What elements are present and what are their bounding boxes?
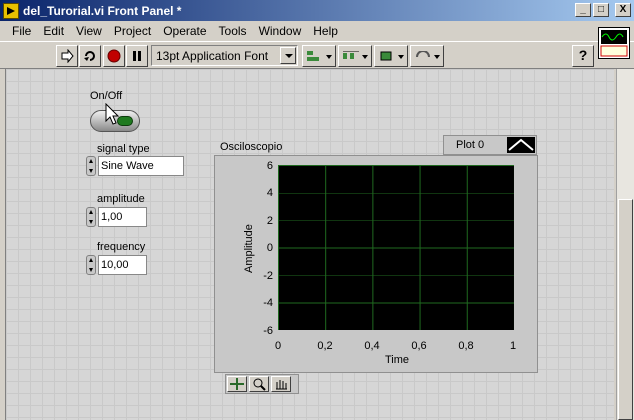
y-tick-label: 0 bbox=[266, 242, 273, 254]
plot-legend[interactable]: Plot 0 bbox=[443, 135, 537, 155]
run-arrow-icon bbox=[61, 49, 74, 63]
font-select[interactable]: 13pt Application Font bbox=[151, 45, 298, 66]
chevron-down-icon bbox=[280, 47, 296, 64]
font-select-value: 13pt Application Font bbox=[156, 49, 269, 63]
x-tick-label: 0 bbox=[274, 340, 282, 352]
resize-objects-icon bbox=[380, 51, 392, 61]
amplitude-control[interactable]: 1,00 bbox=[86, 207, 147, 227]
x-tick-label: 0,8 bbox=[458, 340, 474, 352]
menu-bar: File Edit View Project Operate Tools Win… bbox=[0, 21, 634, 41]
x-tick-label: 1 bbox=[509, 340, 517, 352]
pan-tool-button[interactable] bbox=[271, 376, 291, 392]
y-tick-label: -2 bbox=[263, 270, 273, 282]
x-axis-label: Time bbox=[385, 354, 410, 366]
reorder-button[interactable] bbox=[410, 45, 444, 67]
menu-view[interactable]: View bbox=[70, 24, 108, 38]
y-tick-label: 2 bbox=[266, 215, 273, 227]
labview-icon bbox=[3, 2, 19, 19]
amplitude-value[interactable]: 1,00 bbox=[98, 207, 147, 227]
menu-help[interactable]: Help bbox=[307, 24, 344, 38]
vertical-scrollbar[interactable] bbox=[616, 69, 634, 420]
close-button[interactable]: X bbox=[615, 3, 631, 17]
crosshair-icon bbox=[230, 378, 244, 390]
align-objects-icon bbox=[307, 51, 319, 61]
signal-type-label: signal type bbox=[97, 143, 150, 155]
menu-project[interactable]: Project bbox=[108, 24, 157, 38]
zoom-icon bbox=[253, 378, 266, 391]
amplitude-incrementer[interactable] bbox=[86, 207, 96, 227]
graph-title: Osciloscopio bbox=[220, 141, 283, 153]
frequency-value[interactable]: 10,00 bbox=[98, 255, 147, 275]
graph-palette bbox=[225, 374, 299, 394]
menu-file[interactable]: File bbox=[6, 24, 37, 38]
pause-button[interactable] bbox=[126, 45, 148, 67]
signal-type-ring[interactable]: Sine Wave bbox=[86, 156, 184, 176]
cursor-tool-button[interactable] bbox=[227, 376, 247, 392]
plot-legend-name: Plot 0 bbox=[456, 139, 485, 151]
line-style-icon bbox=[508, 138, 534, 151]
vi-connector-icon bbox=[598, 27, 630, 59]
run-button[interactable] bbox=[56, 45, 78, 67]
abort-button[interactable] bbox=[103, 45, 125, 67]
reorder-icon bbox=[416, 51, 430, 58]
menu-tools[interactable]: Tools bbox=[213, 24, 253, 38]
zoom-tool-button[interactable] bbox=[249, 376, 269, 392]
y-tick-label: 4 bbox=[266, 187, 273, 199]
title-bar: del_Turorial.vi Front Panel * _ □ X bbox=[0, 0, 634, 21]
align-objects-button[interactable] bbox=[302, 45, 336, 67]
mouse-cursor-icon bbox=[105, 103, 120, 125]
distribute-objects-icon bbox=[343, 51, 359, 59]
waveform-icon bbox=[600, 30, 628, 57]
frequency-control[interactable]: 10,00 bbox=[86, 255, 147, 275]
minimize-button[interactable]: _ bbox=[575, 3, 591, 17]
help-button[interactable]: ? bbox=[572, 45, 594, 67]
x-tick-label: 0,2 bbox=[317, 340, 333, 352]
y-tick-label: -6 bbox=[263, 325, 273, 337]
amplitude-label: amplitude bbox=[97, 193, 145, 205]
window-title: del_Turorial.vi Front Panel * bbox=[23, 3, 182, 18]
resize-objects-button[interactable] bbox=[374, 45, 408, 67]
frequency-incrementer[interactable] bbox=[86, 255, 96, 275]
signal-type-value[interactable]: Sine Wave bbox=[98, 156, 184, 176]
y-axis-label: Amplitude bbox=[243, 224, 255, 273]
menu-operate[interactable]: Operate bbox=[157, 24, 212, 38]
run-continuously-icon bbox=[84, 51, 95, 61]
plot-legend-swatch bbox=[507, 137, 535, 153]
toolbar: 13pt Application Font ? bbox=[0, 41, 634, 69]
maximize-button[interactable]: □ bbox=[593, 3, 609, 17]
distribute-objects-button[interactable] bbox=[338, 45, 372, 67]
plot-area[interactable] bbox=[278, 165, 514, 330]
run-continuously-button[interactable] bbox=[79, 45, 101, 67]
x-tick-label: 0,4 bbox=[364, 340, 380, 352]
menu-edit[interactable]: Edit bbox=[37, 24, 70, 38]
x-tick-label: 0,6 bbox=[411, 340, 427, 352]
menu-window[interactable]: Window bbox=[253, 24, 308, 38]
y-tick-label: 6 bbox=[266, 160, 273, 172]
onoff-label: On/Off bbox=[90, 90, 123, 102]
y-tick-label: -4 bbox=[263, 297, 273, 309]
signal-type-incrementer[interactable] bbox=[86, 156, 96, 176]
stop-icon bbox=[107, 49, 121, 63]
scrollbar-thumb[interactable] bbox=[618, 199, 633, 420]
pause-icon bbox=[133, 51, 141, 61]
frequency-label: frequency bbox=[97, 241, 146, 253]
hand-icon bbox=[276, 380, 287, 390]
